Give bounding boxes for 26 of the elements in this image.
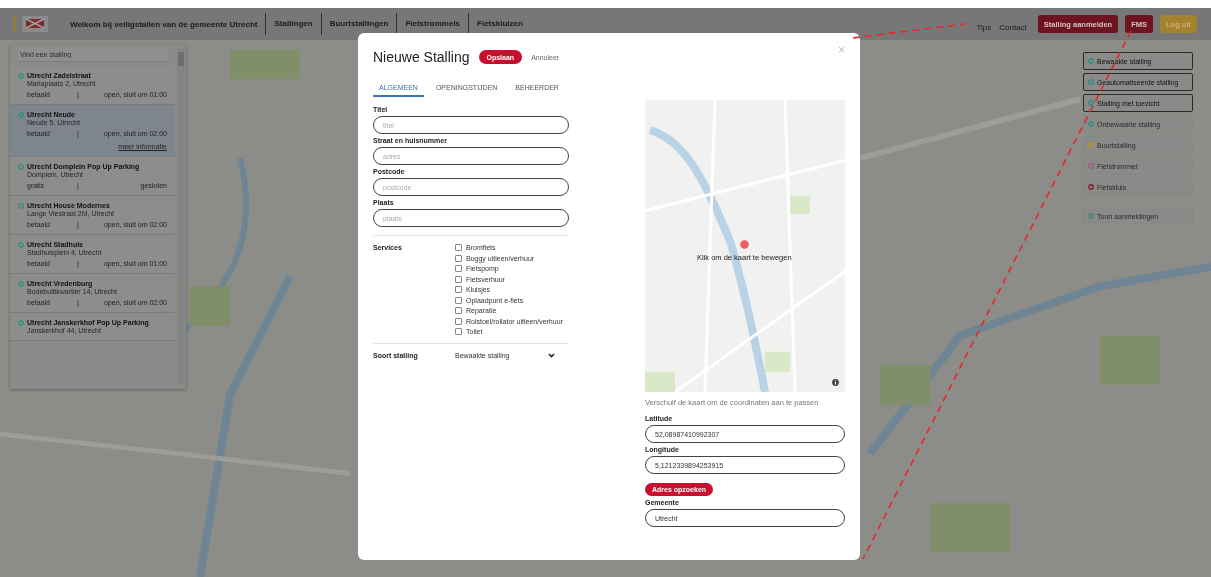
status-dot-icon bbox=[18, 241, 24, 248]
checkbox[interactable] bbox=[455, 244, 462, 251]
checkbox[interactable] bbox=[455, 296, 462, 304]
status-dot-icon bbox=[18, 163, 24, 170]
status-dot-icon bbox=[18, 280, 24, 287]
location-marker-icon bbox=[740, 240, 749, 249]
checkbox[interactable] bbox=[455, 286, 462, 293]
checkbox[interactable] bbox=[455, 317, 462, 325]
checkbox[interactable] bbox=[455, 328, 462, 335]
status-dot-icon bbox=[18, 111, 24, 118]
checkbox[interactable] bbox=[455, 265, 462, 272]
status-dot-icon bbox=[18, 202, 24, 209]
dialog-title: Nieuwe Stalling bbox=[373, 49, 470, 65]
checkbox[interactable] bbox=[455, 275, 462, 283]
info-icon bbox=[832, 379, 839, 386]
status-dot-icon bbox=[18, 72, 24, 79]
status-dot-icon bbox=[18, 319, 24, 326]
checkbox[interactable] bbox=[455, 307, 462, 314]
header-link[interactable]: Tips bbox=[972, 22, 996, 32]
chevron-down-icon bbox=[548, 353, 555, 358]
scrollbar[interactable] bbox=[177, 48, 185, 384]
logo-icon bbox=[22, 16, 48, 32]
nav-link[interactable]: Stallingen bbox=[265, 13, 321, 35]
header-link[interactable]: Contact bbox=[995, 22, 1031, 32]
checkbox[interactable] bbox=[455, 254, 462, 262]
site-title: Welkom bij veiligstallen van de gemeente Utrecht bbox=[69, 19, 259, 29]
